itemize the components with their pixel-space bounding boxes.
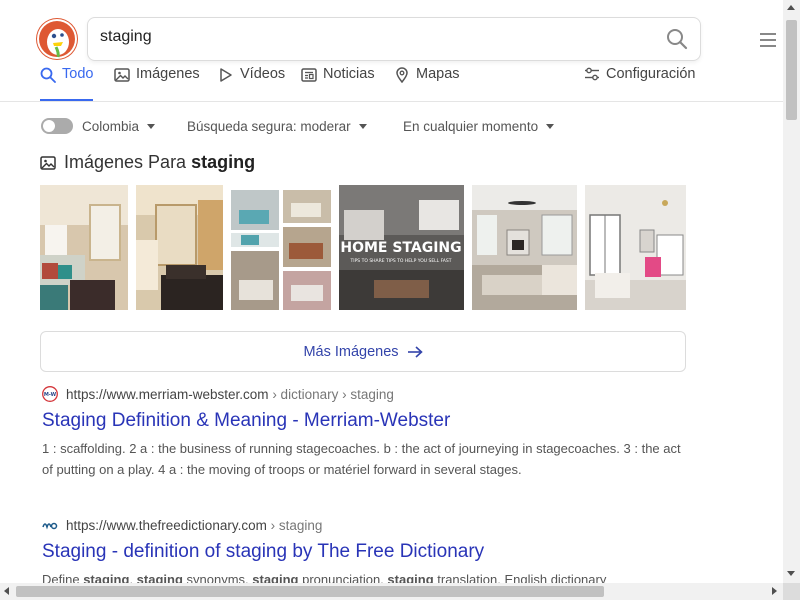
home-staging-text: HOME STAGING	[340, 240, 461, 256]
scrollbar-corner	[783, 583, 800, 600]
horizontal-scroll-thumb[interactable]	[16, 586, 604, 597]
search-button[interactable]	[666, 28, 688, 50]
region-label: Colombia	[82, 119, 140, 134]
free-dictionary-favicon	[42, 522, 58, 530]
sliders-icon	[585, 67, 599, 81]
scroll-up-icon[interactable]	[787, 5, 795, 10]
header: Todo Imágenes Vídeos Noticias Mapas Conf…	[0, 0, 783, 102]
svg-text:M-W: M-W	[44, 392, 57, 398]
result-breadcrumb: › staging	[270, 517, 323, 533]
duckduckgo-logo[interactable]	[37, 19, 77, 59]
search-box	[87, 17, 701, 61]
vertical-scroll-thumb[interactable]	[786, 20, 797, 120]
search-icon	[667, 29, 688, 50]
time-label: En cualquier momento	[403, 119, 539, 134]
settings-button[interactable]: Configuración	[584, 66, 695, 82]
tab-mapas[interactable]: Mapas	[394, 66, 460, 101]
result-snippet: 1 : scaffolding. 2 a : the business of r…	[42, 441, 681, 477]
result-title-link[interactable]: Staging Definition & Meaning - Merriam-W…	[42, 410, 692, 432]
scroll-right-icon[interactable]	[772, 587, 777, 595]
play-icon	[220, 68, 232, 82]
result-title-link[interactable]: Staging - definition of staging by The F…	[42, 541, 692, 563]
search-result: M-W https://www.merriam-webster.com › di…	[42, 386, 692, 480]
horizontal-scrollbar[interactable]	[0, 583, 783, 600]
image-thumbnail[interactable]	[585, 185, 686, 310]
search-result: https://www.thefreedictionary.com › stag…	[42, 517, 692, 590]
scroll-left-icon[interactable]	[4, 587, 9, 595]
caret-down-icon	[147, 124, 156, 129]
images-heading: Imágenes Para staging	[40, 152, 255, 173]
menu-button[interactable]	[760, 33, 776, 47]
safe-search-label: Búsqueda segura: moderar	[187, 119, 351, 134]
safe-search-filter[interactable]: Búsqueda segura: moderar	[187, 119, 367, 134]
merriam-webster-favicon: M-W	[42, 386, 58, 402]
arrow-right-icon	[407, 345, 423, 358]
image-thumbnail[interactable]	[472, 185, 577, 310]
search-icon	[40, 67, 56, 83]
result-breadcrumb: › dictionary › staging	[272, 386, 394, 402]
tab-label: Todo	[62, 66, 94, 82]
tab-label: Imágenes	[136, 66, 200, 82]
newspaper-icon	[301, 68, 317, 82]
image-thumbnail[interactable]: HOME STAGING TIPS TO SHARE TIPS TO HELP …	[339, 185, 464, 310]
home-staging-subtext: TIPS TO SHARE TIPS TO HELP YOU SELL FAST	[350, 258, 452, 264]
search-input[interactable]	[100, 28, 640, 46]
region-filter[interactable]: Colombia	[82, 119, 156, 134]
vertical-scrollbar[interactable]	[783, 0, 800, 583]
caret-down-icon	[358, 124, 367, 129]
tab-imagenes[interactable]: Imágenes	[114, 66, 200, 101]
result-domain: https://www.merriam-webster.com	[66, 386, 269, 402]
tab-videos[interactable]: Vídeos	[218, 66, 285, 101]
region-toggle[interactable]	[41, 118, 73, 134]
scroll-down-icon[interactable]	[787, 571, 795, 576]
result-url[interactable]: M-W https://www.merriam-webster.com › di…	[42, 386, 692, 402]
more-images-button[interactable]: Más Imágenes	[40, 331, 686, 372]
tab-label: Noticias	[323, 66, 375, 82]
caret-down-icon	[546, 124, 555, 129]
tab-label: Vídeos	[240, 66, 286, 82]
images-heading-query: staging	[191, 152, 256, 172]
image-icon	[40, 155, 56, 170]
map-pin-icon	[396, 67, 408, 83]
image-thumbnail[interactable]	[40, 185, 128, 310]
image-thumbnail[interactable]	[136, 185, 223, 310]
image-thumbnail[interactable]	[231, 185, 331, 310]
more-images-label: Más Imágenes	[303, 343, 399, 360]
result-domain: https://www.thefreedictionary.com	[66, 517, 267, 533]
tab-label: Mapas	[416, 66, 460, 82]
settings-label: Configuración	[606, 66, 696, 82]
result-url[interactable]: https://www.thefreedictionary.com › stag…	[42, 517, 692, 533]
tab-noticias[interactable]: Noticias	[301, 66, 375, 101]
hamburger-icon	[760, 33, 776, 35]
images-heading-prefix: Imágenes Para	[64, 152, 187, 172]
tab-todo[interactable]: Todo	[40, 66, 94, 101]
image-icon	[114, 68, 130, 82]
time-filter[interactable]: En cualquier momento	[403, 119, 555, 134]
